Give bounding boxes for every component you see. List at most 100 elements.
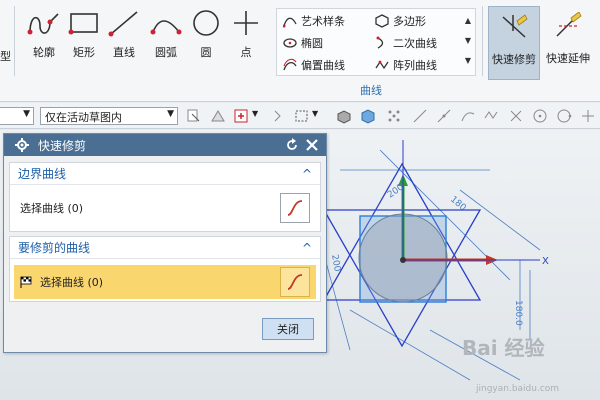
boundary-select-label: 选择曲线 (0) [20, 202, 84, 215]
rectangle-button[interactable]: 矩形 [62, 6, 106, 72]
curve-select-icon [287, 274, 303, 290]
point-icon [234, 11, 258, 35]
selection-toolbar: ▼ 仅在活动草图内 ▼ ▼ ▼ [0, 103, 600, 129]
circle-label: 圆 [200, 46, 212, 59]
pattern-curve-item[interactable]: 阵列曲线 [375, 55, 437, 75]
point-label: 点 [240, 46, 252, 59]
dialog-title: 快速修剪 [38, 138, 87, 153]
box-select-icon[interactable] [294, 108, 310, 124]
point-button[interactable]: 点 [224, 6, 268, 72]
curve-gallery: 艺术样条 多边形 椭圆 二次曲线 偏置曲线 阵列曲线 ▲ ▼ ▼ [276, 8, 476, 76]
ribbon-separator [14, 6, 15, 76]
select-filter-icon[interactable] [186, 108, 202, 124]
dimension-label: 180.0 [513, 300, 523, 326]
select-curve-button[interactable] [280, 267, 310, 297]
line-button[interactable]: 直线 [102, 6, 146, 72]
x-axis-label: X [542, 256, 549, 267]
chevron-down-icon: ▼ [23, 109, 30, 119]
dimension-label: 180 [448, 195, 468, 214]
quick-trim-icon [502, 14, 528, 38]
selection-scope-value: 仅在活动草图内 [45, 111, 122, 124]
quick-extend-button[interactable]: 快速延伸 [542, 6, 594, 80]
close-button[interactable]: 关闭 [262, 318, 314, 340]
conic-label: 二次曲线 [393, 37, 437, 50]
chevron-up-icon[interactable]: ^ [302, 241, 312, 255]
chevron-down-icon[interactable]: ▼ [312, 109, 318, 118]
snap-endpoint-icon[interactable] [412, 108, 428, 124]
profile-label: 轮廓 [33, 46, 55, 59]
chevron-down-icon[interactable]: ▼ [463, 31, 473, 51]
quick-extend-label: 快速延伸 [546, 52, 590, 65]
curves-to-trim-section: 要修剪的曲线 ^ 选择曲线 (0) [9, 236, 321, 302]
ribbon-cut-label: 型 [0, 50, 11, 63]
ellipse-label: 椭圆 [301, 37, 323, 50]
conic-item[interactable]: 二次曲线 [375, 33, 437, 53]
dialog-title-bar[interactable]: 快速修剪 [4, 134, 326, 156]
profile-button[interactable]: 轮廓 [22, 6, 66, 72]
snap-center-icon[interactable] [532, 108, 548, 124]
snap-curve-icon[interactable] [460, 108, 476, 124]
pattern-curve-label: 阵列曲线 [393, 59, 437, 72]
select-type-icon[interactable] [210, 108, 226, 124]
curve-rule-icon[interactable] [272, 108, 288, 124]
circle-button[interactable]: 圆 [184, 6, 228, 72]
offset-curve-item[interactable]: 偏置曲线 [283, 55, 345, 75]
arc-button[interactable]: 圆弧 [144, 6, 188, 72]
ribbon-separator [482, 6, 483, 76]
offset-curve-icon [283, 58, 297, 71]
line-label: 直线 [113, 46, 135, 59]
pattern-curve-icon [375, 60, 389, 70]
close-icon[interactable] [304, 137, 320, 153]
ribbon: 型 轮廓 矩形 直线 圆弧 圆 点 艺术样条 多边形 椭圆 二次曲线 偏置曲线 … [0, 0, 600, 102]
chevron-up-icon[interactable]: ▲ [463, 11, 473, 31]
snap-existing-point-icon[interactable] [580, 108, 596, 124]
boundary-select-row[interactable]: 选择曲线 (0) [14, 191, 316, 225]
ellipse-item[interactable]: 椭圆 [283, 33, 323, 53]
arc-icon [150, 20, 182, 35]
art-spline-item[interactable]: 艺术样条 [283, 11, 345, 31]
ellipse-icon [283, 38, 297, 48]
watermark-logo: Bai 经验 [462, 336, 545, 360]
circle-icon [193, 10, 219, 36]
boundary-curves-header[interactable]: 边界曲线 ^ [10, 163, 320, 185]
snap-quadrant-icon[interactable] [556, 108, 572, 124]
chevron-down-icon[interactable]: ▼ [252, 109, 258, 118]
checkered-flag-icon [20, 276, 32, 288]
trim-select-label: 选择曲线 (0) [40, 276, 104, 289]
quick-trim-dialog: 快速修剪 边界曲线 ^ 选择曲线 (0) 要修剪的曲线 ^ 选择曲线 (0) 关… [3, 133, 327, 353]
quick-extend-icon [556, 12, 582, 37]
quick-trim-button[interactable]: 快速修剪 [488, 6, 540, 80]
selection-scope-dropdown[interactable]: 仅在活动草图内 ▼ [40, 107, 178, 125]
boundary-curves-section: 边界曲线 ^ 选择曲线 (0) [9, 162, 321, 232]
conic-icon [376, 36, 384, 49]
more-icon[interactable]: ▼ [463, 51, 473, 71]
curve-group-label: 曲线 [360, 84, 382, 97]
snap-point-icon[interactable] [234, 108, 250, 124]
profile-icon [27, 13, 59, 35]
snap-intersection-icon[interactable] [508, 108, 524, 124]
reset-icon[interactable] [284, 137, 300, 153]
sketch-canvas[interactable]: X 200 180 180.0 200 [320, 130, 600, 400]
shaded-cube-icon[interactable] [360, 108, 376, 124]
snap-midpoint-icon[interactable] [436, 108, 452, 124]
curves-to-trim-title: 要修剪的曲线 [18, 241, 91, 255]
gear-icon[interactable] [14, 137, 30, 153]
select-curve-button[interactable] [280, 193, 310, 223]
filter-type-dropdown[interactable]: ▼ [0, 107, 34, 125]
watermark-url: jingyan.baidu.com [476, 384, 560, 394]
dimension-label: 200 [329, 254, 342, 273]
polygon-item[interactable]: 多边形 [375, 11, 426, 31]
offset-curve-label: 偏置曲线 [301, 59, 345, 72]
curves-to-trim-header[interactable]: 要修剪的曲线 ^ [10, 237, 320, 259]
chevron-up-icon[interactable]: ^ [302, 167, 312, 181]
art-spline-label: 艺术样条 [301, 15, 345, 28]
polygon-label: 多边形 [393, 15, 426, 28]
arc-label: 圆弧 [155, 46, 177, 59]
trim-select-row[interactable]: 选择曲线 (0) [14, 265, 316, 299]
line-icon [108, 11, 138, 37]
snap-spline-icon[interactable] [484, 108, 500, 124]
snap-grid-icon[interactable] [386, 108, 402, 124]
gallery-scroll[interactable]: ▲ ▼ ▼ [463, 11, 473, 71]
curve-select-icon [287, 200, 303, 216]
render-style-icon[interactable] [336, 108, 352, 124]
